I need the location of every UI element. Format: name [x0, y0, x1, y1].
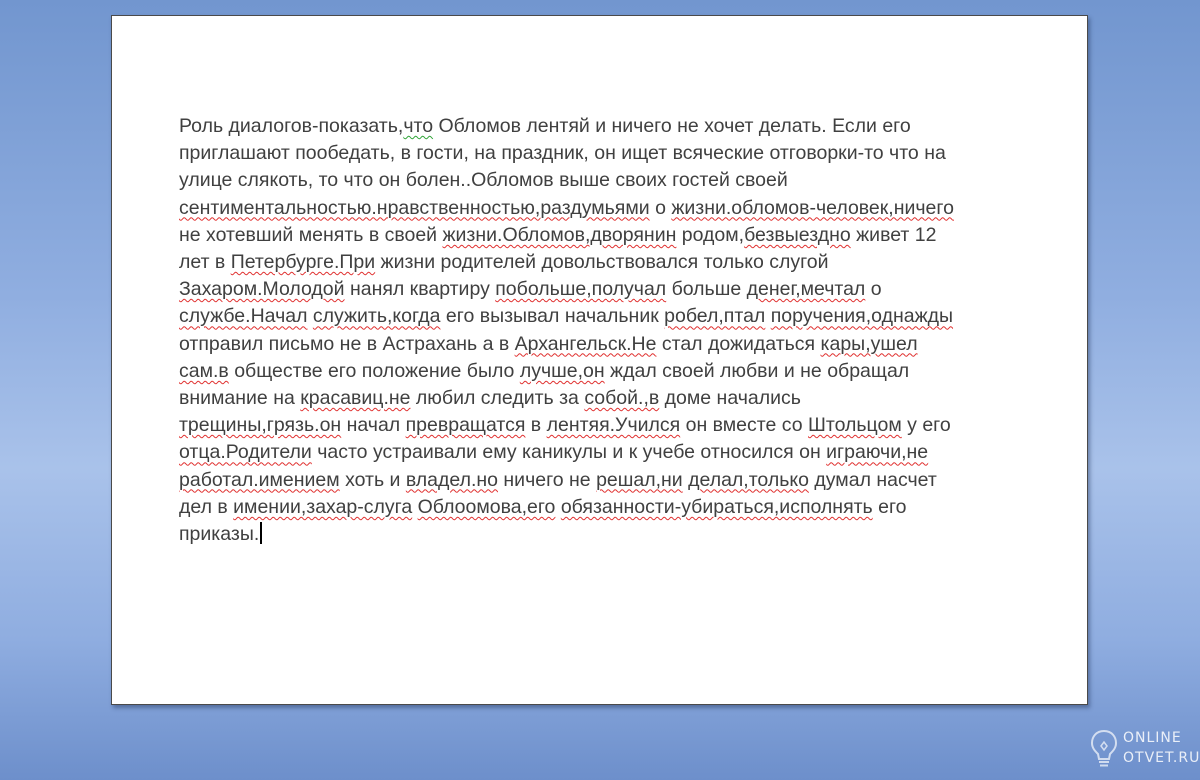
text-run: дел в — [179, 495, 234, 518]
text-run: лет в — [179, 251, 231, 274]
spelling-error-word: Захаром.Молодой — [179, 278, 345, 301]
spelling-error-word: поручения,однажды — [770, 305, 954, 328]
spelling-error-word: лучше,он — [519, 359, 605, 382]
document-text[interactable]: Роль диалогов-показать,что Обломов лентя… — [179, 113, 1029, 548]
text-run: жизни родителей довольствовался только с… — [375, 251, 829, 274]
text-line: приказы. — [179, 521, 1029, 548]
text-run: обществе его положение было — [228, 359, 520, 382]
spelling-error-word: Архангельск.Не — [514, 332, 657, 355]
text-line: дел в имении,захар-слуга Облоомова,его о… — [179, 494, 1029, 521]
spelling-error-word: побольше,получал — [495, 278, 667, 301]
text-cursor — [260, 522, 263, 545]
watermark-text: ONLINE OTVET.RU — [1123, 728, 1200, 768]
text-line: не хотевший менять в своей жизни.Обломов… — [179, 222, 1029, 249]
text-line: лет в Петербурге.При жизни родителей дов… — [179, 249, 1029, 276]
spelling-error-word: сентиментальностью.нравственностью,разду… — [179, 196, 650, 219]
text-run: думал насчет — [808, 468, 937, 491]
text-run: начал — [341, 414, 406, 437]
text-run: он вместе со — [680, 414, 808, 437]
text-run: в — [525, 414, 547, 437]
spelling-error-word: трещины,грязь.он — [179, 414, 342, 437]
text-run: улице слякоть, то что он болен..Обломов … — [179, 169, 788, 192]
text-line: приглашают пообедать, в гости, на праздн… — [179, 140, 1029, 167]
text-run: о — [865, 278, 882, 301]
text-run: живет 12 — [850, 223, 937, 246]
text-line: Захаром.Молодой нанял квартиру побольше,… — [179, 276, 1029, 303]
text-line: отправил письмо не в Астрахань а в Архан… — [179, 331, 1029, 358]
spelling-error-word: собой.,в — [584, 387, 660, 410]
text-run: родом, — [676, 223, 745, 246]
spelling-error-word: владел.но — [405, 468, 498, 491]
watermark-line-2: OTVET.RU — [1123, 750, 1200, 766]
text-run: у его — [901, 414, 951, 437]
spelling-error-word: кары,ушел — [820, 332, 918, 355]
text-run: любил следить за — [410, 387, 585, 410]
text-run: часто устраивали ему каникулы и к учебе … — [311, 441, 827, 464]
lightbulb-icon — [1090, 729, 1118, 767]
text-run: Обломов лентяй и ничего не хочет делать.… — [433, 115, 911, 137]
text-run: о — [649, 196, 672, 219]
spelling-error-word: Штольцом — [808, 414, 902, 437]
spelling-error-word: имении,захар-слуга — [233, 495, 413, 518]
grammar-error-word: что — [403, 115, 434, 137]
text-run: Роль диалогов-показать, — [179, 115, 404, 137]
spelling-error-word: лентяя.Учился — [546, 414, 681, 437]
spelling-error-word: жизни.Обломов,дворянин — [442, 223, 677, 246]
spelling-error-word: сам.в — [179, 359, 229, 382]
text-run: ждал своей любви и не обращал — [604, 359, 910, 382]
spelling-error-word: службе.Начал — [179, 305, 308, 328]
text-run: стал дожидаться — [656, 332, 821, 355]
text-run: его вызывал начальник — [440, 305, 665, 328]
text-run: его — [872, 495, 907, 518]
spelling-error-word: отца.Родители — [179, 441, 312, 464]
spelling-error-word: безвыездно — [744, 223, 851, 246]
text-run: приказы. — [179, 523, 260, 546]
spelling-error-word: превращатся — [405, 414, 526, 437]
document-page[interactable]: Роль диалогов-показать,что Обломов лентя… — [111, 15, 1088, 705]
spelling-error-word: Петербурге.При — [230, 251, 376, 274]
text-line: улице слякоть, то что он болен..Обломов … — [179, 167, 1029, 194]
spelling-error-word: красавиц.не — [300, 387, 411, 410]
spelling-error-word: служить,когда — [312, 305, 441, 328]
watermark-line-1: ONLINE — [1123, 730, 1182, 746]
text-run: не хотевший менять в своей — [179, 223, 443, 246]
text-line: сентиментальностью.нравственностью,разду… — [179, 195, 1029, 222]
spelling-error-word: Облоомова,его — [417, 495, 556, 518]
text-line: службе.Начал служить,когда его вызывал н… — [179, 303, 1029, 330]
text-line: трещины,грязь.он начал превращатся в лен… — [179, 412, 1029, 439]
text-run: нанял квартиру — [344, 278, 496, 301]
text-run: доме начались — [659, 387, 801, 410]
text-run: ничего не — [498, 468, 597, 491]
text-run: внимание на — [179, 387, 301, 410]
text-run: хоть и — [339, 468, 406, 491]
spelling-error-word: играючи,не — [826, 441, 929, 464]
text-run: больше — [666, 278, 747, 301]
text-line: работал.имением хоть и владел.но ничего … — [179, 467, 1029, 494]
spelling-error-word: работал.имением — [179, 468, 340, 491]
text-line: сам.в обществе его положение было лучше,… — [179, 358, 1029, 385]
spelling-error-word: обязанности-убираться,исполнять — [560, 495, 873, 518]
spelling-error-word: решал,ни — [596, 468, 683, 491]
text-line: отца.Родители часто устраивали ему каник… — [179, 439, 1029, 466]
spelling-error-word: делал,только — [688, 468, 809, 491]
text-line: Роль диалогов-показать,что Обломов лентя… — [179, 113, 1029, 140]
watermark: ONLINE OTVET.RU — [1089, 726, 1199, 772]
spelling-error-word: денег,мечтал — [746, 278, 866, 301]
text-run: приглашают пообедать, в гости, на праздн… — [179, 142, 946, 165]
spelling-error-word: робел,птал — [664, 305, 766, 328]
text-run: отправил письмо не в Астрахань а в — [179, 332, 515, 355]
text-line: внимание на красавиц.не любил следить за… — [179, 385, 1029, 412]
spelling-error-word: жизни.обломов-человек,ничего — [671, 196, 954, 219]
